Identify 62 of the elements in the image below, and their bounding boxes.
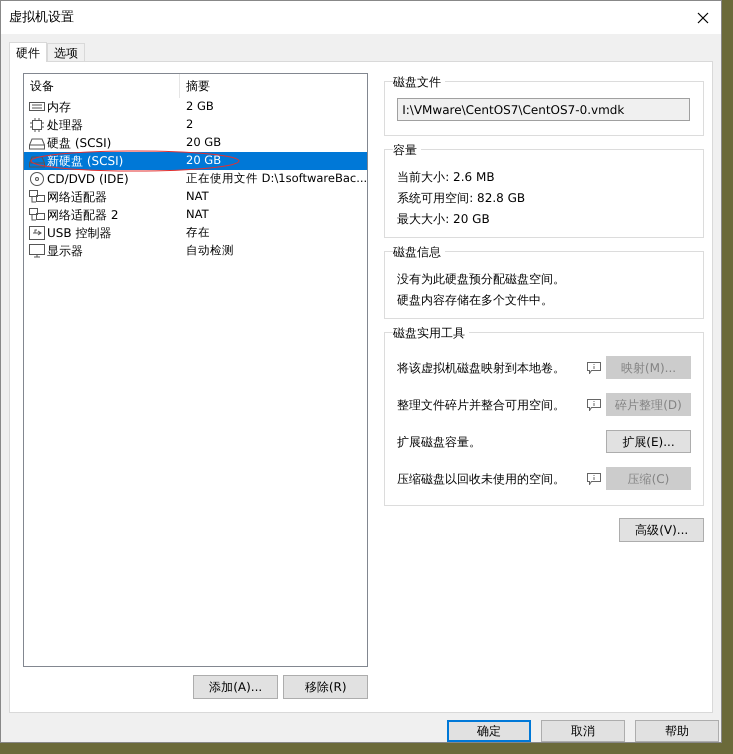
device-summary: 自动检测 [185, 242, 234, 260]
hard-disk-icon [29, 154, 45, 168]
device-summary: 2 GB [185, 98, 214, 116]
utility-button[interactable]: 扩展(E)... [606, 430, 692, 453]
info-text: 没有为此硬盘预分配磁盘空间。 [397, 270, 566, 288]
list-button[interactable]: 添加(A)... [193, 675, 278, 699]
device-row[interactable]: 内存 2 GB [24, 98, 368, 116]
device-name: 硬盘 (SCSI) [47, 135, 112, 152]
hard-disk-icon [29, 136, 45, 150]
utility-text: 将该虚拟机磁盘映射到本地卷。 [397, 360, 566, 376]
capacity-text: 当前大小: 2.6 MB [397, 168, 496, 186]
device-summary: NAT [185, 206, 209, 224]
disk-file-field[interactable]: I:\VMware\CentOS7\CentOS7-0.vmdk [397, 98, 690, 121]
column-header[interactable]: 设备 [24, 74, 180, 98]
device-row[interactable]: 显示器 自动检测 [24, 242, 368, 260]
group-title: 磁盘实用工具 [393, 324, 470, 342]
dialog-button[interactable]: 帮助 [635, 720, 719, 742]
monitor-icon [29, 244, 45, 258]
device-summary: 20 GB [185, 152, 222, 170]
utility-text: 整理文件碎片并整合可用空间。 [397, 396, 566, 414]
device-name: 网络适配器 [47, 189, 107, 206]
utility-text: 扩展磁盘容量。 [397, 434, 482, 450]
device-row[interactable]: 新硬盘 (SCSI) 20 GB [24, 152, 368, 170]
capacity-text: 系统可用空间: 82.8 GB [397, 190, 526, 206]
utility-text: 压缩磁盘以回收未使用的空间。 [397, 470, 566, 488]
device-summary: NAT [185, 188, 209, 206]
device-name: 内存 [47, 99, 71, 116]
group-title: 磁盘文件 [393, 73, 446, 91]
device-summary: 正在使用文件 D:\1softwareBac... [185, 170, 368, 188]
device-summary: 2 [185, 116, 194, 134]
group-title: 磁盘信息 [393, 243, 446, 261]
dialog-button[interactable]: 确定 [447, 720, 531, 742]
network-icon [29, 190, 45, 204]
capacity-text: 最大大小: 20 GB [397, 210, 491, 228]
window-title: 虚拟机设置 [9, 8, 74, 27]
device-row[interactable]: 硬盘 (SCSI) 20 GB [24, 134, 368, 152]
device-name: CD/DVD (IDE) [47, 171, 129, 188]
device-row[interactable]: 网络适配器 NAT [24, 188, 368, 206]
info-text: 硬盘内容存储在多个文件中。 [397, 292, 554, 308]
memory-icon [29, 100, 45, 114]
device-name: 新硬盘 (SCSI) [47, 153, 124, 170]
device-row[interactable]: USB 控制器 存在 [24, 224, 368, 242]
tab[interactable]: 选项 [47, 43, 85, 61]
disc-icon [29, 172, 45, 186]
device-name: 显示器 [47, 243, 83, 260]
device-name: USB 控制器 [47, 225, 112, 242]
network-icon [29, 208, 45, 222]
device-row[interactable]: 处理器 2 [24, 116, 368, 134]
dialog-button[interactable]: 取消 [541, 720, 625, 742]
close-icon[interactable] [697, 12, 709, 24]
list-button[interactable]: 移除(R) [283, 675, 368, 699]
tab[interactable]: 硬件 [9, 42, 47, 62]
device-summary: 存在 [185, 224, 210, 242]
chip-icon [29, 118, 45, 132]
device-row[interactable]: 网络适配器 2 NAT [24, 206, 368, 224]
usb-icon [29, 226, 45, 240]
column-header[interactable]: 摘要 [180, 74, 368, 98]
device-row[interactable]: CD/DVD (IDE) 正在使用文件 D:\1softwareBac... [24, 170, 368, 188]
device-summary: 20 GB [185, 134, 222, 152]
device-name: 网络适配器 2 [47, 207, 118, 224]
advanced-button[interactable]: 高级(V)... [619, 518, 704, 542]
device-name: 处理器 [47, 117, 83, 134]
